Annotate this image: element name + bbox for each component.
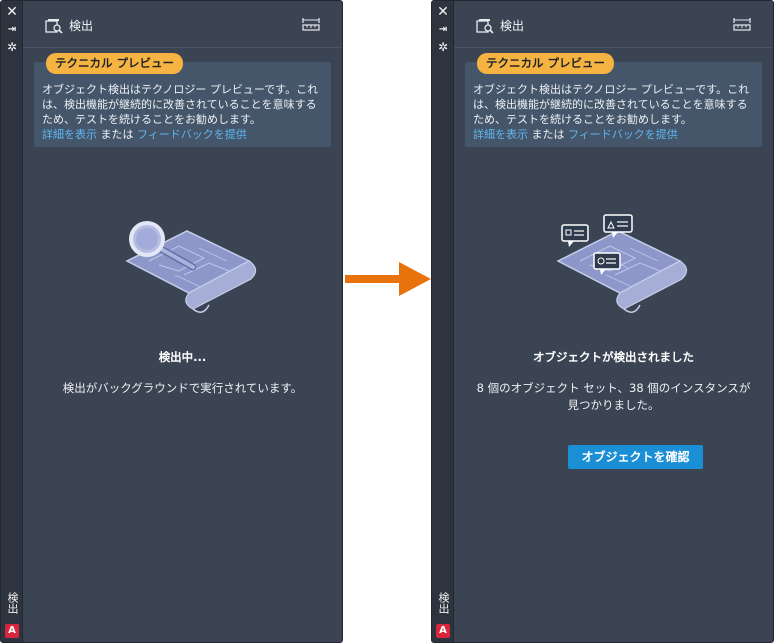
palette-content: 検出 オブジェクト検出はテクノロジー プレビューです。これは、検出機能が継続的に…	[23, 1, 342, 642]
blueprint-magnifier-icon	[125, 221, 257, 313]
technical-preview-box: オブジェクト検出はテクノロジー プレビューです。これは、検出機能が継続的に改善さ…	[465, 62, 762, 147]
autocad-logo-icon: A	[436, 624, 450, 638]
detect-icon	[45, 19, 63, 34]
technical-preview-box: オブジェクト検出はテクノロジー プレビューです。これは、検出機能が継続的に改善さ…	[34, 62, 331, 147]
ruler-icon[interactable]	[733, 16, 751, 32]
close-icon[interactable]: ✕	[432, 5, 454, 19]
palette-side-strip: ✕ ⇥ ✲ 検出 A	[1, 1, 23, 642]
status-description: 8 個のオブジェクト セット、38 個のインスタンスが見つかりました。	[476, 381, 751, 412]
autocad-logo-icon: A	[5, 624, 19, 638]
properties-icon[interactable]: ✲	[1, 41, 23, 53]
properties-icon[interactable]: ✲	[432, 41, 454, 53]
palette-vertical-title: 検出	[437, 592, 450, 614]
feedback-link[interactable]: フィードバックを提供	[568, 128, 678, 141]
preview-text: オブジェクト検出はテクノロジー プレビューです。これは、検出機能が継続的に改善さ…	[42, 83, 319, 126]
technical-preview-badge: テクニカル プレビュー	[477, 53, 615, 74]
palette-content: 検出 オブジェクト検出はテクノロジー プレビューです。これは、検出機能が継続的に…	[454, 1, 773, 642]
details-link[interactable]: 詳細を表示	[42, 128, 97, 141]
close-icon[interactable]: ✕	[1, 5, 23, 19]
ruler-icon[interactable]	[302, 16, 320, 32]
detect-icon	[476, 19, 494, 34]
palette-vertical-title: 検出	[6, 592, 19, 614]
feedback-link[interactable]: フィードバックを提供	[137, 128, 247, 141]
blueprint-detected-objects-icon	[556, 214, 688, 313]
or-text: または	[528, 128, 568, 141]
status-description: 検出がバックグラウンドで実行されています。	[62, 381, 303, 395]
or-text: または	[97, 128, 137, 141]
preview-description: オブジェクト検出はテクノロジー プレビューです。これは、検出機能が継続的に改善さ…	[42, 82, 327, 142]
preview-text: オブジェクト検出はテクノロジー プレビューです。これは、検出機能が継続的に改善さ…	[473, 83, 750, 126]
preview-description: オブジェクト検出はテクノロジー プレビューです。これは、検出機能が継続的に改善さ…	[473, 82, 758, 142]
status-title: オブジェクトが検出されました	[533, 350, 694, 364]
palette-panel-detecting: ✕ ⇥ ✲ 検出 A 検出 オブジェクト検出はテクノロジー プレビューです。これ…	[0, 0, 343, 643]
technical-preview-badge: テクニカル プレビュー	[46, 53, 184, 74]
palette-header: 検出	[454, 1, 773, 48]
palette-panel-detected: ✕ ⇥ ✲ 検出 A 検出 オブジェクト検出はテクノロジー プレビューです。これ…	[431, 0, 774, 643]
palette-title: 検出	[69, 19, 94, 33]
palette-header: 検出	[23, 1, 342, 48]
auto-hide-icon[interactable]: ⇥	[1, 24, 23, 36]
arrow-right-icon	[345, 262, 431, 296]
review-objects-button[interactable]: オブジェクトを確認	[568, 445, 703, 469]
auto-hide-icon[interactable]: ⇥	[432, 24, 454, 36]
details-link[interactable]: 詳細を表示	[473, 128, 528, 141]
palette-title: 検出	[500, 19, 525, 33]
palette-side-strip: ✕ ⇥ ✲ 検出 A	[432, 1, 454, 642]
status-title: 検出中...	[158, 350, 207, 364]
